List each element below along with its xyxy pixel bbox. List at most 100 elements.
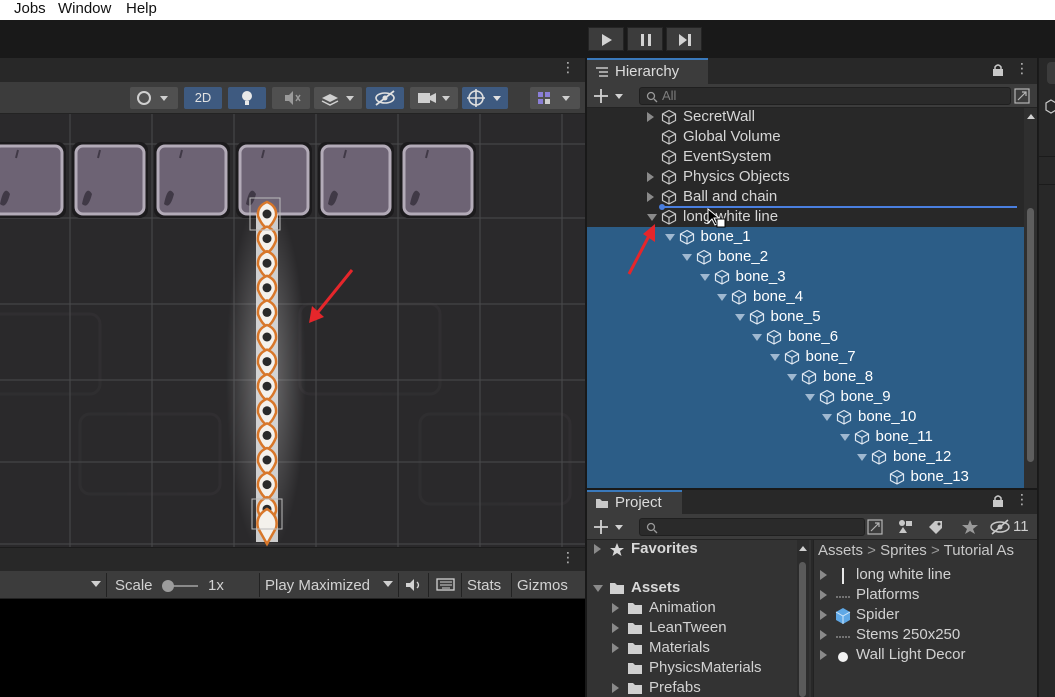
kebab-menu-icon[interactable]: ⋮ bbox=[1015, 492, 1029, 508]
hierarchy-scrollbar[interactable] bbox=[1024, 108, 1037, 488]
tab-hierarchy[interactable]: Hierarchy bbox=[587, 58, 708, 84]
expand-arrow-down-icon[interactable] bbox=[664, 234, 675, 241]
expand-arrow-down-icon[interactable] bbox=[839, 434, 850, 441]
hierarchy-item[interactable]: bone_4 bbox=[587, 287, 1027, 307]
expand-arrow-down-icon[interactable] bbox=[787, 374, 797, 381]
keyboard-icon[interactable] bbox=[436, 578, 456, 592]
hierarchy-item[interactable]: SecretWall bbox=[587, 108, 1027, 127]
expand-arrow-down-icon[interactable] bbox=[699, 274, 710, 281]
gizmos-button[interactable]: Gizmos bbox=[517, 577, 568, 594]
chevron-down-icon[interactable] bbox=[382, 579, 394, 589]
gameobject-cube-icon bbox=[819, 389, 834, 405]
asset-item[interactable]: long white line bbox=[818, 566, 1034, 586]
hierarchy-item[interactable]: Ball and chain bbox=[587, 187, 1027, 207]
hierarchy-item[interactable]: bone_11 bbox=[587, 427, 1027, 447]
kebab-menu-icon[interactable]: ⋮ bbox=[561, 550, 575, 566]
scroll-up-icon[interactable] bbox=[1026, 112, 1036, 120]
game-viewport[interactable] bbox=[0, 599, 585, 697]
stats-button[interactable]: Stats bbox=[467, 577, 501, 594]
toggle-2d-button[interactable]: 2D bbox=[184, 87, 222, 109]
scroll-up-icon[interactable] bbox=[798, 544, 808, 552]
asset-item[interactable]: Stems 250x250 bbox=[818, 626, 1034, 646]
expand-arrow-right-icon[interactable] bbox=[612, 603, 620, 614]
lock-icon[interactable] bbox=[992, 494, 1004, 508]
expand-arrow-right-icon[interactable] bbox=[820, 630, 828, 641]
hierarchy-item[interactable]: bone_7 bbox=[587, 347, 1027, 367]
expand-arrow-right-icon[interactable] bbox=[820, 590, 828, 601]
tab-project[interactable]: Project bbox=[587, 490, 682, 514]
hierarchy-item[interactable]: Physics Objects bbox=[587, 167, 1027, 187]
folder-tree-scrollbar[interactable] bbox=[797, 540, 809, 697]
play-button[interactable] bbox=[588, 27, 624, 51]
hierarchy-scroll-thumb[interactable] bbox=[1027, 208, 1034, 462]
breadcrumb-item[interactable]: Sprites bbox=[880, 542, 927, 559]
expand-arrow-right-icon[interactable] bbox=[612, 623, 620, 634]
chevron-down-icon[interactable] bbox=[90, 579, 102, 589]
speaker-icon[interactable] bbox=[404, 577, 424, 593]
hidden-packages-eye-icon[interactable] bbox=[989, 519, 1011, 535]
lighting-toggle[interactable] bbox=[228, 87, 266, 109]
expand-arrow-down-icon[interactable] bbox=[804, 394, 815, 401]
kebab-menu-icon[interactable]: ⋮ bbox=[1015, 61, 1029, 77]
expand-arrow-right-icon[interactable] bbox=[820, 650, 828, 661]
hierarchy-search-input[interactable]: All bbox=[639, 87, 1011, 105]
audio-toggle[interactable] bbox=[272, 87, 310, 109]
effects-dropdown[interactable] bbox=[314, 87, 362, 109]
hierarchy-item[interactable]: bone_13 bbox=[587, 467, 1027, 488]
expand-arrow-right-icon[interactable] bbox=[647, 172, 654, 182]
hierarchy-item[interactable]: bone_8 bbox=[587, 367, 1027, 387]
expand-arrow-down-icon[interactable] bbox=[822, 414, 832, 421]
star-icon[interactable] bbox=[961, 519, 979, 535]
expand-arrow-right-icon[interactable] bbox=[820, 570, 828, 581]
hierarchy-item[interactable]: bone_10 bbox=[587, 407, 1027, 427]
expand-arrow-right-icon[interactable] bbox=[594, 544, 602, 555]
breadcrumb-item[interactable]: Assets bbox=[818, 542, 863, 559]
draw-mode-dropdown[interactable] bbox=[130, 87, 178, 109]
asset-item[interactable]: Spider bbox=[818, 606, 1034, 626]
search-settings-icon[interactable] bbox=[867, 518, 883, 536]
hierarchy-item[interactable]: bone_12 bbox=[587, 447, 1027, 467]
expand-arrow-down-icon[interactable] bbox=[752, 334, 762, 341]
scene-viewport[interactable] bbox=[0, 114, 585, 547]
filter-by-type-icon[interactable] bbox=[897, 519, 915, 535]
menu-help[interactable]: Help bbox=[126, 0, 157, 17]
kebab-menu-icon[interactable]: ⋮ bbox=[561, 60, 575, 76]
hierarchy-item[interactable]: EventSystem bbox=[587, 147, 1027, 167]
hierarchy-item[interactable]: bone_5 bbox=[587, 307, 1027, 327]
scene-settings-icon[interactable] bbox=[1014, 87, 1030, 105]
camera-dropdown[interactable] bbox=[410, 87, 458, 109]
expand-arrow-right-icon[interactable] bbox=[612, 643, 620, 654]
filter-by-label-icon[interactable] bbox=[927, 519, 945, 535]
asset-item[interactable]: Wall Light Decor bbox=[818, 646, 1034, 666]
expand-arrow-down-icon[interactable] bbox=[769, 354, 780, 361]
folder-tree-scroll-thumb[interactable] bbox=[799, 562, 806, 697]
expand-arrow-down-icon[interactable] bbox=[682, 254, 692, 261]
expand-arrow-right-icon[interactable] bbox=[820, 610, 828, 621]
expand-arrow-right-icon[interactable] bbox=[647, 192, 654, 202]
expand-arrow-right-icon[interactable] bbox=[647, 112, 654, 122]
asset-item[interactable]: Platforms bbox=[818, 586, 1034, 606]
expand-arrow-right-icon[interactable] bbox=[612, 683, 620, 694]
project-search-input[interactable] bbox=[639, 518, 865, 536]
expand-arrow-down-icon[interactable] bbox=[717, 294, 727, 301]
play-mode-dropdown[interactable]: Play Maximized bbox=[265, 577, 370, 594]
scene-visibility-toggle[interactable] bbox=[366, 87, 404, 109]
scale-slider-thumb[interactable] bbox=[162, 580, 174, 592]
expand-arrow-down-icon[interactable] bbox=[857, 454, 867, 461]
inspector-tab-stub[interactable] bbox=[1047, 62, 1055, 84]
menu-jobs[interactable]: Jobs bbox=[14, 0, 46, 17]
breadcrumb-item[interactable]: Tutorial As bbox=[944, 542, 1014, 559]
pause-button[interactable] bbox=[627, 27, 663, 51]
menu-window[interactable]: Window bbox=[58, 0, 111, 17]
create-dropdown[interactable] bbox=[593, 518, 627, 536]
hierarchy-item[interactable]: bone_6 bbox=[587, 327, 1027, 347]
gizmos-dropdown[interactable] bbox=[462, 87, 508, 109]
expand-arrow-down-icon[interactable] bbox=[734, 314, 745, 321]
step-button[interactable] bbox=[666, 27, 702, 51]
grid-dropdown[interactable] bbox=[530, 87, 580, 109]
add-dropdown[interactable] bbox=[593, 87, 627, 105]
expand-arrow-down-icon[interactable] bbox=[593, 585, 603, 593]
hierarchy-item[interactable]: bone_9 bbox=[587, 387, 1027, 407]
lock-icon[interactable] bbox=[992, 63, 1004, 77]
hierarchy-item[interactable]: Global Volume bbox=[587, 127, 1027, 147]
